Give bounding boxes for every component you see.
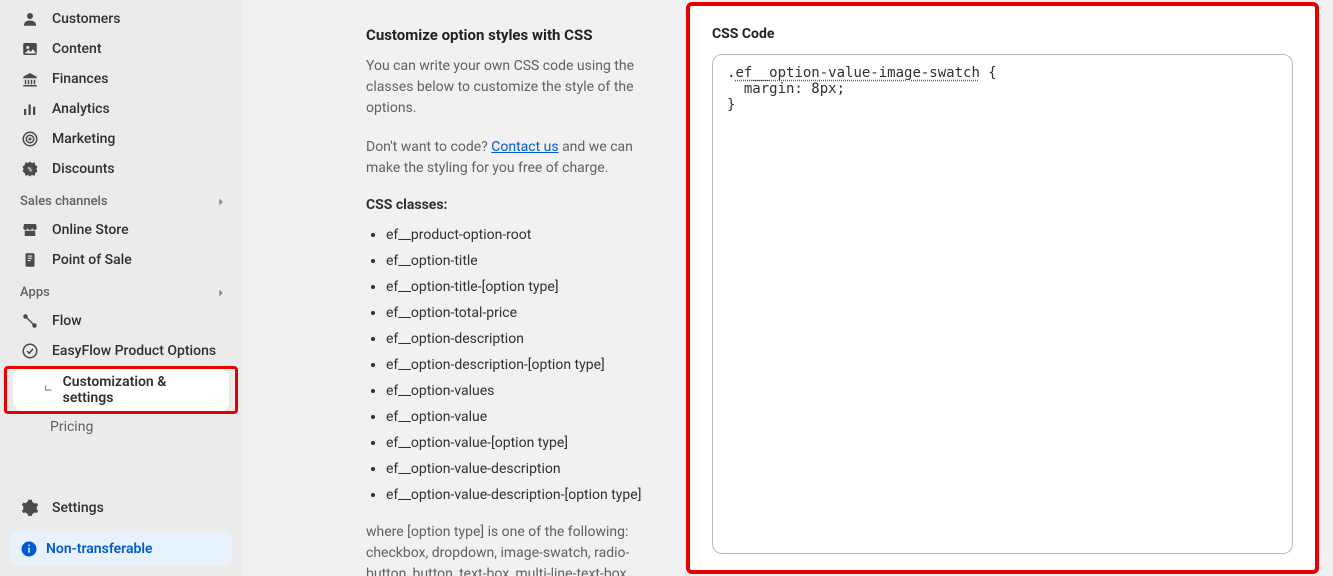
css-class-item: ef__option-title-[option type] bbox=[386, 277, 650, 298]
sidebar-item-pos[interactable]: Point of Sale bbox=[0, 245, 242, 275]
sidebar-item-label: Finances bbox=[52, 71, 108, 87]
section-label: Apps bbox=[20, 285, 50, 300]
css-class-item: ef__option-value-[option type] bbox=[386, 433, 650, 454]
sidebar-item-discounts[interactable]: % Discounts bbox=[0, 154, 242, 184]
person-icon bbox=[20, 9, 40, 29]
sidebar-item-label: Customization & settings bbox=[63, 374, 217, 406]
css-class-item: ef__option-values bbox=[386, 381, 650, 402]
sidebar-item-label: Customers bbox=[52, 11, 120, 27]
css-class-item: ef__product-option-root bbox=[386, 225, 650, 246]
sidebar-item-label: EasyFlow Product Options bbox=[52, 343, 216, 359]
info-nocode: Don't want to code? Contact us and we ca… bbox=[366, 137, 650, 179]
main-content: Customize option styles with CSS You can… bbox=[242, 0, 1333, 576]
css-class-item: ef__option-title bbox=[386, 251, 650, 272]
sidebar-section-apps[interactable]: Apps bbox=[0, 275, 242, 306]
sidebar-item-easyflow[interactable]: EasyFlow Product Options bbox=[0, 336, 242, 366]
indent-icon bbox=[41, 382, 57, 398]
css-code-panel: CSS Code .ef__option-value-image-swatch … bbox=[686, 2, 1319, 574]
classes-label: CSS classes: bbox=[366, 197, 650, 213]
info-icon bbox=[20, 540, 38, 558]
non-transferable-badge[interactable]: Non-transferable bbox=[10, 532, 232, 566]
css-class-item: ef__option-description-[option type] bbox=[386, 355, 650, 376]
chevron-right-icon bbox=[214, 195, 228, 209]
css-class-item: ef__option-value bbox=[386, 407, 650, 428]
sidebar-item-label: Settings bbox=[52, 500, 104, 516]
sidebar-item-online-store[interactable]: Online Store bbox=[0, 215, 242, 245]
bank-icon bbox=[20, 69, 40, 89]
sidebar-item-flow[interactable]: Flow bbox=[0, 306, 242, 336]
css-class-item: ef__option-value-description-[option typ… bbox=[386, 485, 650, 506]
sidebar-item-pricing[interactable]: Pricing bbox=[0, 414, 242, 440]
sidebar-item-label: Pricing bbox=[50, 419, 93, 435]
badge-label: Non-transferable bbox=[46, 541, 153, 557]
sidebar-item-label: Marketing bbox=[52, 131, 115, 147]
receipt-icon bbox=[20, 250, 40, 270]
chart-icon bbox=[20, 99, 40, 119]
nocode-prefix: Don't want to code? bbox=[366, 139, 491, 155]
info-intro: You can write your own CSS code using th… bbox=[366, 56, 650, 119]
css-class-item: ef__option-description bbox=[386, 329, 650, 350]
sidebar-item-customization-settings[interactable]: Customization & settings bbox=[13, 369, 229, 411]
info-panel: Customize option styles with CSS You can… bbox=[242, 0, 680, 576]
image-icon bbox=[20, 39, 40, 59]
css-class-list: ef__product-option-root ef__option-title… bbox=[366, 225, 650, 506]
store-icon bbox=[20, 220, 40, 240]
panel-title: CSS Code bbox=[712, 26, 1293, 42]
spell-underline: ef__option-value-image-swatch bbox=[735, 65, 979, 81]
sidebar-item-marketing[interactable]: Marketing bbox=[0, 124, 242, 154]
spacer bbox=[0, 440, 242, 492]
sidebar-item-customers[interactable]: Customers bbox=[0, 4, 242, 34]
chevron-right-icon bbox=[214, 286, 228, 300]
target-icon bbox=[20, 129, 40, 149]
css-class-item: ef__option-total-price bbox=[386, 303, 650, 324]
sidebar-item-label: Analytics bbox=[52, 101, 110, 117]
info-heading: Customize option styles with CSS bbox=[366, 26, 650, 44]
section-label: Sales channels bbox=[20, 194, 108, 209]
sidebar-item-label: Flow bbox=[52, 313, 82, 329]
option-type-note: where [option type] is one of the follow… bbox=[366, 522, 650, 576]
gear-icon bbox=[20, 498, 40, 518]
css-code-textarea[interactable]: .ef__option-value-image-swatch { margin:… bbox=[712, 54, 1293, 554]
app-icon bbox=[20, 341, 40, 361]
contact-us-link[interactable]: Contact us bbox=[491, 139, 558, 155]
sidebar-item-label: Online Store bbox=[52, 222, 129, 238]
sidebar-item-label: Discounts bbox=[52, 161, 115, 177]
css-class-item: ef__option-value-description bbox=[386, 459, 650, 480]
svg-text:%: % bbox=[28, 165, 33, 173]
sidebar-item-content[interactable]: Content bbox=[0, 34, 242, 64]
sidebar-section-sales[interactable]: Sales channels bbox=[0, 184, 242, 215]
sidebar: Customers Content Finances Analytics Mar… bbox=[0, 0, 242, 576]
sidebar-item-label: Content bbox=[52, 41, 102, 57]
sidebar-item-finances[interactable]: Finances bbox=[0, 64, 242, 94]
sidebar-item-analytics[interactable]: Analytics bbox=[0, 94, 242, 124]
highlight-customization-settings: Customization & settings bbox=[4, 366, 238, 414]
sidebar-item-settings[interactable]: Settings bbox=[0, 492, 242, 524]
discount-icon: % bbox=[20, 159, 40, 179]
sidebar-item-label: Point of Sale bbox=[52, 252, 132, 268]
flow-icon bbox=[20, 311, 40, 331]
